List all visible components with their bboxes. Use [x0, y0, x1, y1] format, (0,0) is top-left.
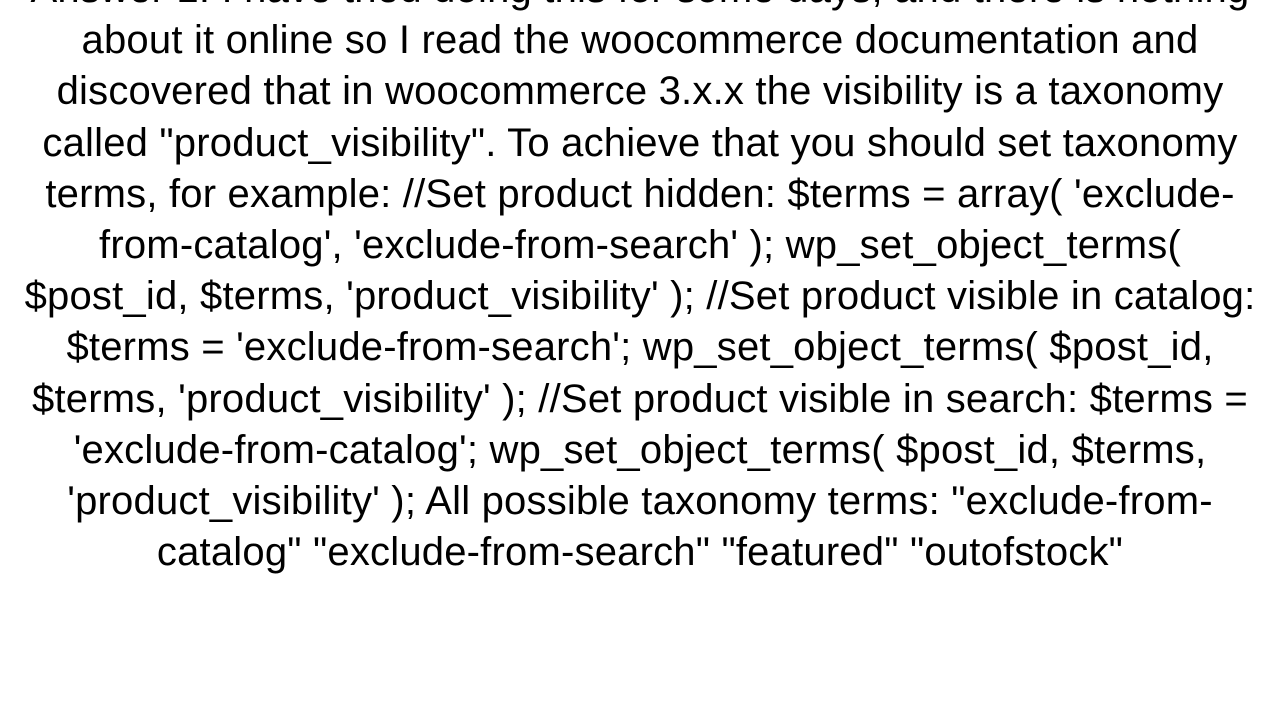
answer-body-text: Answer 1: I have tried doing this for so… — [0, 0, 1280, 578]
